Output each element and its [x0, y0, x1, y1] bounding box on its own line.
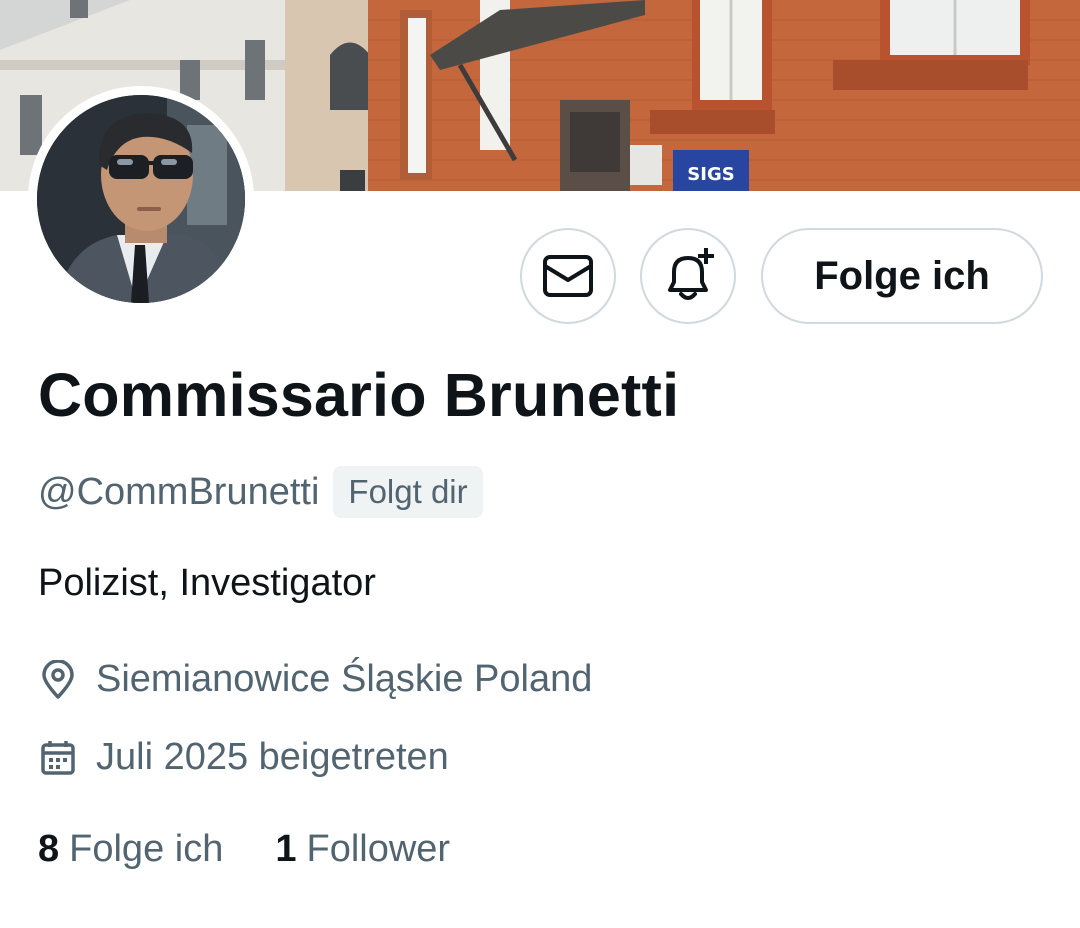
following-count: 8: [38, 828, 60, 870]
notifications-button[interactable]: [640, 228, 736, 324]
followers-count: 1: [275, 828, 297, 870]
envelope-icon: [543, 255, 593, 297]
joined-date-text: Juli 2025 beigetreten: [96, 736, 449, 778]
profile-avatar[interactable]: [28, 86, 254, 312]
bell-plus-icon: [668, 248, 714, 300]
location-text: Siemianowice Śląskie Poland: [96, 658, 593, 700]
location-pin-icon: [38, 659, 78, 700]
avatar-image: [37, 95, 245, 303]
user-handle: @CommBrunetti: [38, 470, 320, 513]
handle-row: @CommBrunetti Folgt dir: [38, 466, 483, 518]
following-label: Folge ich: [69, 828, 224, 870]
banner-sign-text: SIGS: [687, 164, 734, 185]
followers-stat[interactable]: 1 Follower: [275, 828, 450, 871]
joined-row: Juli 2025 beigetreten: [38, 736, 449, 779]
calendar-icon: [38, 738, 78, 778]
following-button[interactable]: Folge ich: [761, 228, 1043, 324]
following-stat[interactable]: 8 Folge ich: [38, 828, 223, 871]
display-name: Commissario Brunetti: [38, 361, 680, 429]
profile-bio: Polizist, Investigator: [38, 562, 376, 604]
follows-you-badge: Folgt dir: [333, 466, 483, 518]
followers-label: Follower: [306, 828, 451, 870]
location-row: Siemianowice Śląskie Poland: [38, 658, 592, 701]
message-button[interactable]: [520, 228, 616, 324]
profile-stats: 8 Folge ich 1 Follower: [38, 828, 502, 871]
